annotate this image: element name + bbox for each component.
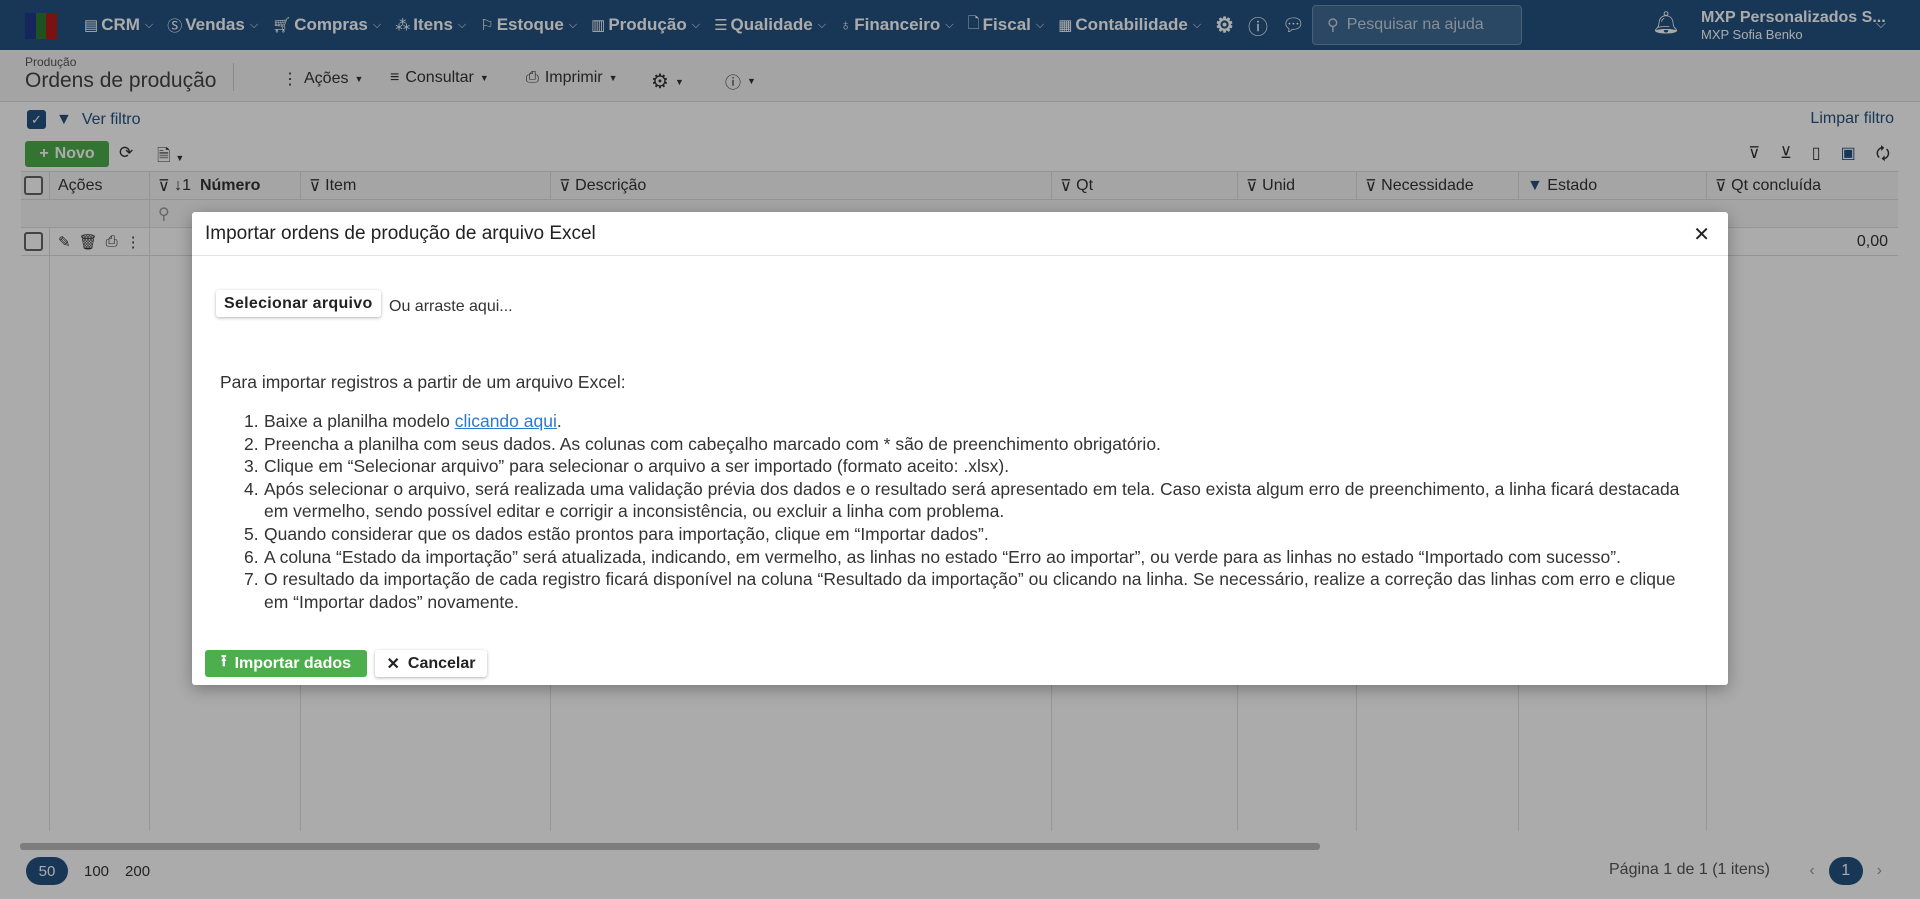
list-item: 1. Baixe a planilha modelo clicando aqui. bbox=[244, 411, 562, 431]
list-item: 6. A coluna “Estado da importação” será a… bbox=[244, 546, 1621, 567]
dialog-title: Importar ordens de produção de arquivo E… bbox=[192, 212, 1728, 256]
list-item: 7. O resultado da importação de cada regi… bbox=[244, 569, 1676, 612]
list-item: 2. Preencha a planilha com seus dados. As… bbox=[244, 433, 1161, 454]
import-excel-dialog: Importar ordens de produção de arquivo E… bbox=[192, 212, 1728, 685]
drop-zone-hint[interactable]: Ou arraste aqui... bbox=[389, 298, 513, 316]
list-item: 3. Clique em “Selecionar arquivo” para se… bbox=[244, 456, 1010, 477]
cancel-button[interactable]: ✕ Cancelar bbox=[375, 650, 487, 677]
download-template-link[interactable]: clicando aqui bbox=[455, 411, 557, 431]
close-icon[interactable]: ✕ bbox=[1693, 222, 1710, 247]
select-file-button[interactable]: Selecionar arquivo bbox=[216, 290, 381, 317]
list-item: 5. Quando considerar que os dados estão p… bbox=[244, 523, 989, 544]
upload-icon: ⭱ bbox=[220, 653, 227, 670]
instructions-list: 1. Baixe a planilha modelo clicando aqui.… bbox=[244, 410, 1684, 613]
instructions-intro: Para importar registros a partir de um a… bbox=[220, 372, 626, 392]
close-icon: ✕ bbox=[386, 655, 400, 673]
list-item: 4. Após selecionar o arquivo, será realiz… bbox=[244, 478, 1680, 522]
import-data-button[interactable]: ⭱ Importar dados bbox=[205, 650, 367, 677]
